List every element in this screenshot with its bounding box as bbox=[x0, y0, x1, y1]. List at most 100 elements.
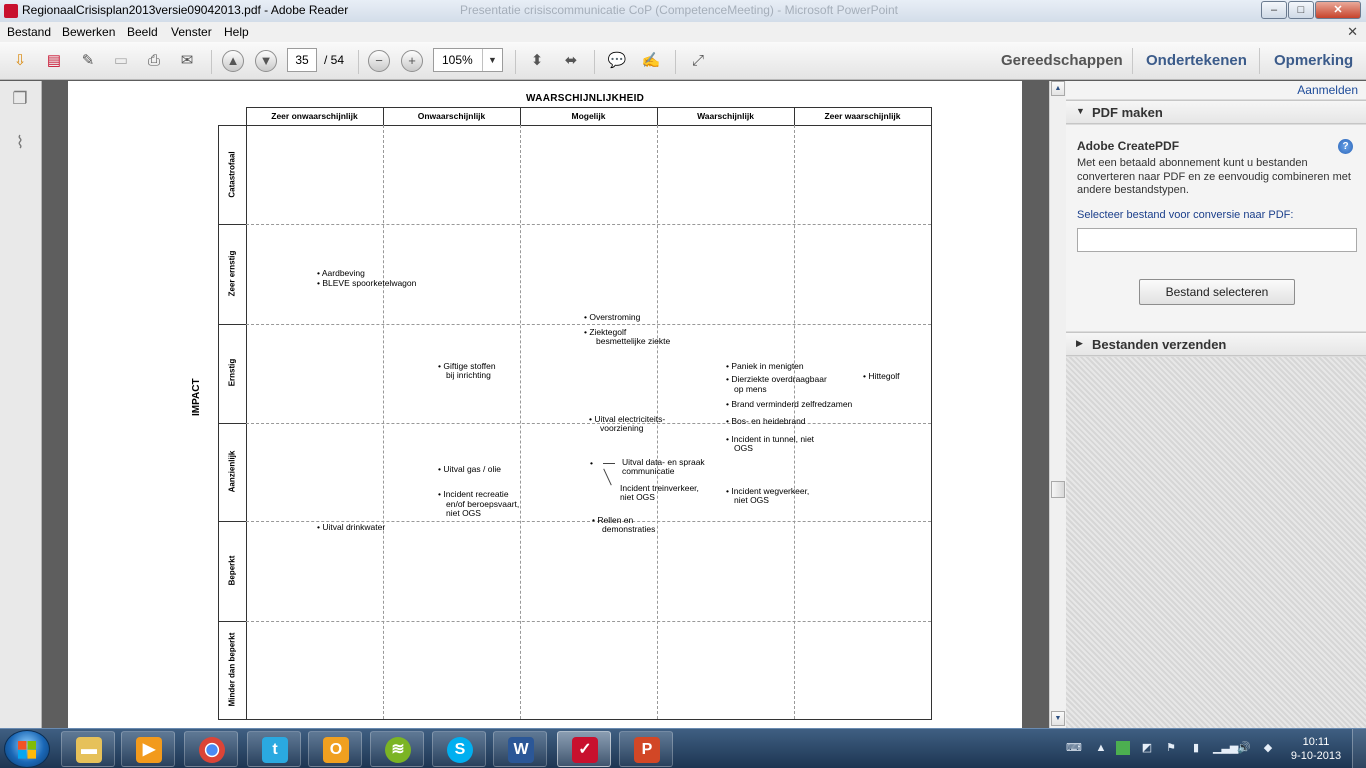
grid-line bbox=[218, 125, 219, 719]
start-button[interactable] bbox=[4, 730, 50, 768]
tab-opmerking[interactable]: Opmerking bbox=[1274, 52, 1353, 69]
taskbar-explorer[interactable]: ▬ bbox=[61, 731, 115, 767]
create-pdf-icon[interactable]: ▤ bbox=[43, 50, 65, 72]
fit-page-icon[interactable]: ⬍ bbox=[526, 50, 548, 72]
select-file-label: Selecteer bestand voor conversie naar PD… bbox=[1077, 209, 1294, 221]
tab-ondertekenen[interactable]: Ondertekenen bbox=[1146, 52, 1247, 69]
open-icon[interactable]: ⇩ bbox=[9, 50, 31, 72]
maximize-button[interactable]: □ bbox=[1288, 1, 1314, 19]
flag-icon[interactable]: ⚑ bbox=[1164, 741, 1178, 755]
menu-help[interactable]: Help bbox=[224, 25, 249, 39]
taskbar-skype[interactable]: S bbox=[432, 731, 486, 767]
pages-icon[interactable]: ❐ bbox=[9, 89, 31, 111]
scrollbar-thumb[interactable] bbox=[1051, 481, 1065, 498]
grid-line bbox=[246, 621, 931, 622]
service-description: Met een betaald abonnement kunt u bestan… bbox=[1077, 157, 1351, 196]
chrome-icon bbox=[199, 737, 225, 763]
risk-entry: • Brand verminderd zelfredzamen bbox=[726, 399, 853, 409]
close-button[interactable]: ✕ bbox=[1315, 1, 1361, 19]
menu-bewerken[interactable]: Bewerken bbox=[62, 25, 115, 39]
edit-icon[interactable]: ✎ bbox=[77, 50, 99, 72]
attachment-icon[interactable]: ⌇ bbox=[9, 133, 31, 155]
section-pdf-maken[interactable]: ▼ PDF maken bbox=[1066, 100, 1366, 124]
chevron-down-icon[interactable]: ▼ bbox=[482, 49, 502, 71]
connector-line bbox=[603, 468, 612, 486]
chevron-right-icon: ▶ bbox=[1076, 338, 1083, 348]
comment-icon[interactable]: 💬 bbox=[606, 50, 628, 72]
taskbar-spotify[interactable]: ≋ bbox=[370, 731, 424, 767]
zoom-in-icon[interactable]: + bbox=[401, 50, 423, 72]
email-icon[interactable]: ✉ bbox=[176, 50, 198, 72]
clock[interactable]: 10:11 9-10-2013 bbox=[1285, 735, 1347, 763]
battery-icon[interactable]: ▮ bbox=[1189, 741, 1203, 755]
vertical-scrollbar[interactable]: ▲ ▼ bbox=[1049, 81, 1066, 728]
minimize-button[interactable]: ‒ bbox=[1261, 1, 1287, 19]
dropbox-icon[interactable]: ◆ bbox=[1261, 741, 1275, 755]
previous-page-icon[interactable]: ▲ bbox=[222, 50, 244, 72]
app-tray-icon[interactable] bbox=[1116, 741, 1130, 755]
tab-gereedschappen[interactable]: Gereedschappen bbox=[1001, 52, 1123, 69]
taskbar-powerpoint[interactable]: P bbox=[619, 731, 673, 767]
taskbar-outlook[interactable]: O bbox=[308, 731, 362, 767]
toolbar-separator bbox=[1132, 48, 1133, 74]
highlight-icon[interactable]: ✍ bbox=[640, 50, 662, 72]
keyboard-icon[interactable]: ⌨ bbox=[1066, 741, 1082, 755]
grid-line bbox=[383, 125, 384, 719]
grid-line bbox=[246, 324, 931, 325]
grid-line bbox=[218, 719, 932, 720]
next-page-icon[interactable]: ▼ bbox=[255, 50, 277, 72]
menu-bestand[interactable]: Bestand bbox=[7, 25, 51, 39]
menu-bar: Bestand Bewerken Beeld Venster Help ✕ bbox=[0, 22, 1366, 42]
login-link[interactable]: Aanmelden bbox=[1297, 83, 1358, 97]
volume-icon[interactable]: 🔊 bbox=[1237, 741, 1251, 755]
show-hidden-icons-icon[interactable]: ▲ bbox=[1094, 741, 1108, 755]
title-bar: RegionaalCrisisplan2013versie09042013.pd… bbox=[0, 0, 1366, 22]
network-icon[interactable]: ▁▃▅ bbox=[1213, 741, 1238, 755]
menu-beeld[interactable]: Beeld bbox=[127, 25, 158, 39]
section-bestanden-verzenden[interactable]: ▶ Bestanden verzenden bbox=[1066, 332, 1366, 356]
clock-time: 10:11 bbox=[1302, 736, 1330, 748]
row-header: Ernstig bbox=[227, 358, 237, 387]
risk-entry: • BLEVE spoorketelwagon bbox=[317, 278, 417, 288]
taskbar-media-player[interactable]: ▶ bbox=[121, 731, 175, 767]
help-icon[interactable]: ? bbox=[1338, 139, 1353, 154]
close-document-icon[interactable]: ✕ bbox=[1347, 24, 1358, 40]
taskbar-word[interactable]: W bbox=[493, 731, 547, 767]
column-header: Mogelijk bbox=[571, 111, 606, 121]
toolbar-separator bbox=[211, 50, 212, 74]
column-header: Zeer waarschijnlijk bbox=[824, 111, 901, 121]
print-icon[interactable]: ⎙ bbox=[143, 50, 165, 72]
adobe-reader-icon bbox=[4, 4, 18, 18]
scroll-down-icon[interactable]: ▼ bbox=[1051, 711, 1065, 726]
fit-width-icon[interactable]: ⬌ bbox=[560, 50, 582, 72]
save-icon[interactable]: ▭ bbox=[110, 50, 132, 72]
page-total: / 54 bbox=[324, 53, 345, 67]
taskbar-chrome[interactable] bbox=[184, 731, 238, 767]
full-screen-icon[interactable]: ⤢ bbox=[687, 50, 709, 72]
grid-line bbox=[246, 107, 932, 108]
grid-line bbox=[931, 107, 932, 719]
skype-icon: S bbox=[447, 737, 473, 763]
taskbar-twitter[interactable]: t bbox=[247, 731, 301, 767]
file-field[interactable] bbox=[1077, 228, 1357, 252]
risk-entry: niet OGS bbox=[734, 495, 769, 505]
zoom-out-icon[interactable]: − bbox=[368, 50, 390, 72]
word-icon: W bbox=[508, 737, 534, 763]
scroll-up-icon[interactable]: ▲ bbox=[1051, 81, 1065, 96]
app-tray-icon[interactable]: ◩ bbox=[1140, 741, 1154, 755]
folder-icon: ▬ bbox=[76, 737, 102, 763]
page-number-input[interactable]: 35 bbox=[287, 48, 317, 72]
background-window-title: Presentatie crisiscommunicatie CoP (Comp… bbox=[460, 3, 898, 17]
taskbar-adobe-reader[interactable]: ✓ bbox=[557, 731, 611, 767]
zoom-select[interactable]: 105% ▼ bbox=[433, 48, 503, 72]
service-title: Adobe CreatePDF bbox=[1077, 139, 1180, 153]
row-header: Beperkt bbox=[227, 555, 237, 586]
show-desktop-button[interactable] bbox=[1352, 729, 1366, 768]
impact-axis-label: IMPACT bbox=[191, 378, 202, 416]
outlook-icon: O bbox=[323, 737, 349, 763]
menu-venster[interactable]: Venster bbox=[171, 25, 212, 39]
windows-logo-icon bbox=[18, 741, 36, 759]
risk-entry: niet OGS bbox=[446, 508, 481, 518]
select-file-button[interactable]: Bestand selecteren bbox=[1139, 279, 1295, 305]
column-header: Zeer onwaarschijnlijk bbox=[271, 111, 358, 121]
